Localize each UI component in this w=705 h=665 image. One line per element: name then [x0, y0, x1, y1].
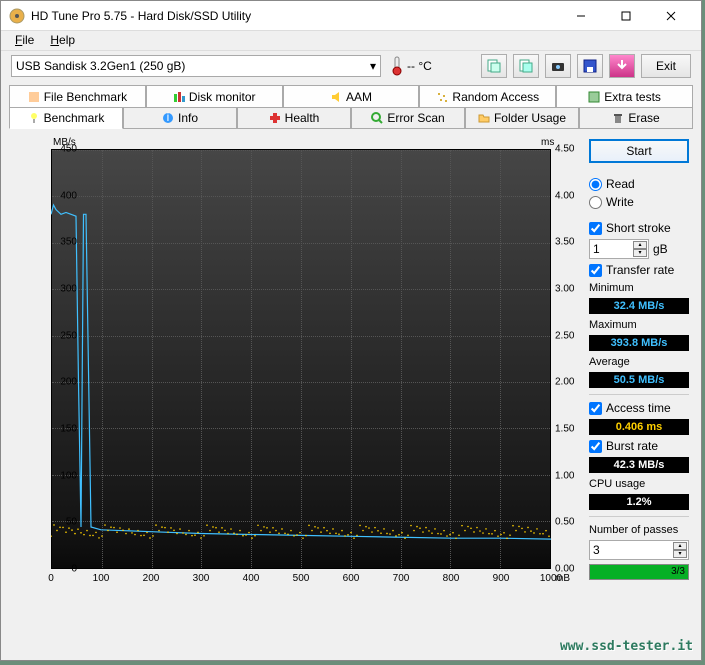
menubar: File Help [1, 31, 701, 51]
content-area: MB/s ms 050100150200250300350400450 0.00… [1, 129, 701, 619]
cpu-usage-value: 1.2% [589, 494, 689, 510]
options-button[interactable] [609, 54, 635, 78]
device-dropdown[interactable]: USB Sandisk 3.2Gen1 (250 gB) ▾ [11, 55, 381, 77]
tabstrip-row2: Benchmark iInfo Health Error Scan Folder… [1, 107, 701, 129]
svg-text:i: i [167, 112, 170, 124]
maximum-value: 393.8 MB/s [589, 335, 689, 351]
cpu-usage-label: CPU usage [589, 478, 689, 490]
short-stroke-check[interactable]: Short stroke [589, 221, 689, 235]
tab-info[interactable]: iInfo [123, 107, 237, 129]
screenshot-button[interactable] [545, 54, 571, 78]
exit-button[interactable]: Exit [641, 54, 691, 78]
thermometer-icon [391, 56, 403, 76]
temperature-display: -- °C [391, 56, 432, 76]
yright-axis-title: ms [541, 137, 554, 148]
burst-rate-value: 42.3 MB/s [589, 457, 689, 473]
tab-health[interactable]: Health [237, 107, 351, 129]
side-panel: Start Read Write Short stroke 1▴▾ gB Tra… [589, 139, 689, 609]
short-stroke-input[interactable]: 1▴▾ [589, 239, 649, 259]
progress-bar: 3/3 [589, 564, 689, 580]
write-radio[interactable]: Write [589, 195, 689, 209]
transfer-rate-check[interactable]: Transfer rate [589, 263, 689, 277]
window-title: HD Tune Pro 5.75 - Hard Disk/SSD Utility [31, 9, 558, 23]
copy-info-button[interactable] [481, 54, 507, 78]
maximum-label: Maximum [589, 319, 689, 331]
app-icon [9, 8, 25, 24]
tabstrip-row1: File Benchmark Disk monitor AAM Random A… [1, 81, 701, 107]
save-button[interactable] [577, 54, 603, 78]
tab-error-scan[interactable]: Error Scan [351, 107, 465, 129]
watermark: www.ssd-tester.it [560, 639, 693, 654]
tab-benchmark[interactable]: Benchmark [9, 107, 123, 129]
start-button[interactable]: Start [589, 139, 689, 163]
chart-series [51, 149, 551, 569]
tab-random-access[interactable]: Random Access [419, 85, 556, 107]
device-name: USB Sandisk 3.2Gen1 (250 gB) [16, 59, 185, 73]
progress-text: 3/3 [671, 566, 685, 577]
benchmark-chart: MB/s ms 050100150200250300350400450 0.00… [11, 139, 581, 609]
tab-folder-usage[interactable]: Folder Usage [465, 107, 579, 129]
x-axis-unit: mB [555, 573, 570, 584]
toolbar: USB Sandisk 3.2Gen1 (250 gB) ▾ -- °C Exi… [1, 51, 701, 81]
minimum-value: 32.4 MB/s [589, 298, 689, 314]
close-button[interactable] [648, 1, 693, 30]
short-stroke-unit: gB [653, 242, 668, 256]
tab-disk-monitor[interactable]: Disk monitor [146, 85, 283, 107]
minimize-button[interactable] [558, 1, 603, 30]
tab-extra-tests[interactable]: Extra tests [556, 85, 693, 107]
minimum-label: Minimum [589, 282, 689, 294]
titlebar: HD Tune Pro 5.75 - Hard Disk/SSD Utility [1, 1, 701, 31]
read-radio[interactable]: Read [589, 177, 689, 191]
menu-file[interactable]: File [7, 31, 42, 50]
app-window: HD Tune Pro 5.75 - Hard Disk/SSD Utility… [0, 0, 702, 661]
menu-help[interactable]: Help [42, 31, 83, 50]
burst-rate-check[interactable]: Burst rate [589, 439, 689, 453]
average-value: 50.5 MB/s [589, 372, 689, 388]
copy-screenshot-button[interactable] [513, 54, 539, 78]
tab-file-benchmark[interactable]: File Benchmark [9, 85, 146, 107]
maximize-button[interactable] [603, 1, 648, 30]
average-label: Average [589, 356, 689, 368]
passes-label: Number of passes [589, 524, 689, 536]
access-time-value: 0.406 ms [589, 419, 689, 435]
passes-input[interactable]: 3▴▾ [589, 540, 689, 560]
tab-erase[interactable]: Erase [579, 107, 693, 129]
chevron-down-icon: ▾ [370, 59, 376, 73]
tab-aam[interactable]: AAM [283, 85, 420, 107]
access-time-check[interactable]: Access time [589, 401, 689, 415]
